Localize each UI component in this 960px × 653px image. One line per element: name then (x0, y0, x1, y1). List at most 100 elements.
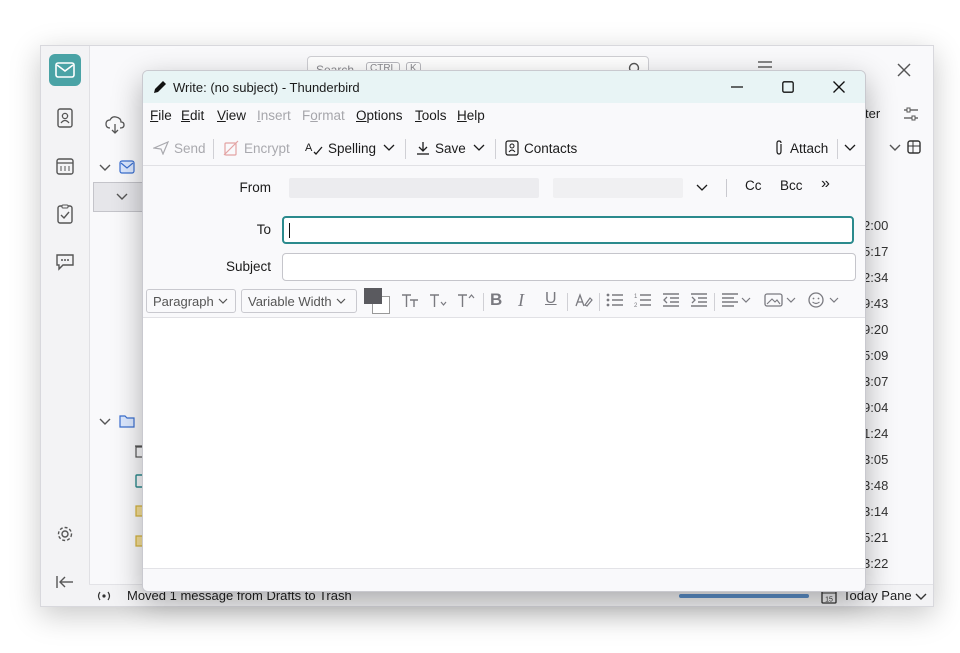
save-dropdown-button[interactable] (473, 138, 485, 158)
message-time: 9:43 (863, 296, 889, 311)
attach-dropdown-button[interactable] (844, 138, 856, 158)
format-separator (567, 293, 568, 311)
online-status-icon[interactable] (95, 589, 113, 603)
remove-formatting-icon[interactable] (575, 292, 593, 308)
menu-help[interactable]: Help (457, 108, 485, 123)
message-time: 1:24 (863, 426, 889, 441)
chevron-down-icon (383, 144, 395, 151)
calendar-space-button[interactable] (49, 150, 81, 182)
menu-tools[interactable]: Tools (415, 108, 447, 123)
more-headers-button[interactable]: » (821, 175, 830, 193)
spelling-button[interactable]: A Spelling (305, 138, 376, 158)
message-time: 5:09 (863, 348, 889, 363)
close-button[interactable] (816, 71, 862, 103)
tasks-icon (57, 204, 73, 224)
mail-icon (55, 62, 75, 78)
message-time: 9:04 (863, 400, 889, 415)
chevron-down-icon[interactable] (915, 593, 927, 601)
font-size-smaller-icon[interactable] (429, 292, 447, 308)
bcc-button[interactable]: Bcc (780, 178, 803, 193)
contacts-label: Contacts (524, 140, 578, 156)
folder-icon (119, 415, 135, 428)
chevron-down-icon[interactable] (116, 193, 128, 201)
text-color-button[interactable] (364, 288, 390, 314)
tasks-space-button[interactable] (49, 198, 81, 230)
italic-icon[interactable]: I (518, 290, 524, 311)
bulleted-list-icon[interactable] (606, 292, 624, 308)
pencil-icon (154, 81, 166, 93)
encrypt-icon (223, 140, 239, 156)
quick-filter-label[interactable]: ter (865, 106, 880, 121)
menu-insert[interactable]: Insert (257, 108, 291, 123)
header-separator (726, 179, 727, 197)
message-list-edge: ter 2:00 5:17 2:34 9:43 9:20 5:09 3:07 9:04 1:24… (861, 94, 933, 597)
close-icon[interactable] (897, 63, 911, 77)
align-icon[interactable] (721, 292, 751, 308)
menu-edit[interactable]: Edit (181, 108, 204, 123)
subject-label: Subject (225, 259, 271, 274)
to-label: To (256, 222, 271, 237)
menu-view[interactable]: View (217, 108, 246, 123)
contacts-icon (505, 140, 519, 156)
bold-icon[interactable]: B (490, 290, 502, 310)
svg-text:1: 1 (634, 294, 638, 300)
folder-pane (89, 94, 150, 584)
encrypt-button[interactable]: Encrypt (223, 138, 290, 158)
font-size-larger-icon[interactable] (457, 292, 475, 308)
chevron-down-icon[interactable] (889, 144, 901, 152)
from-identity-select[interactable] (289, 178, 539, 198)
to-input[interactable] (282, 216, 854, 244)
format-separator (714, 293, 715, 311)
message-time: 5:21 (863, 530, 889, 545)
chevron-down-icon[interactable] (696, 184, 708, 192)
column-picker-icon[interactable] (907, 140, 921, 154)
message-time: 5:17 (863, 244, 889, 259)
font-size-reset-icon[interactable] (401, 292, 419, 308)
send-button[interactable]: Send (153, 138, 206, 158)
font-family-select[interactable]: Variable Width (241, 289, 357, 313)
compose-footer (143, 568, 865, 591)
attach-button[interactable]: Attach (773, 138, 828, 158)
numbered-list-icon[interactable]: 12 (634, 292, 652, 308)
insert-image-icon[interactable] (764, 292, 798, 308)
emoji-icon[interactable] (807, 292, 843, 308)
indent-icon[interactable] (690, 292, 708, 308)
cc-button[interactable]: Cc (745, 178, 762, 193)
mail-space-button[interactable] (49, 54, 81, 86)
outdent-icon[interactable] (662, 292, 680, 308)
spelling-label: Spelling (328, 140, 377, 156)
contacts-button[interactable]: Contacts (505, 138, 577, 158)
save-label: Save (435, 140, 466, 156)
menu-options[interactable]: Options (356, 108, 403, 123)
subject-input[interactable] (282, 253, 856, 281)
chat-space-button[interactable] (49, 246, 81, 278)
chevron-down-icon[interactable] (99, 164, 111, 172)
minimize-button[interactable] (714, 71, 760, 103)
format-separator (599, 293, 600, 311)
save-button[interactable]: Save (416, 138, 466, 158)
spelling-dropdown-button[interactable] (383, 138, 395, 158)
collapse-spaces-button[interactable] (49, 566, 81, 598)
get-messages-icon[interactable] (105, 116, 125, 134)
chevron-down-icon[interactable] (99, 418, 111, 426)
calendar-icon (56, 158, 74, 175)
maximize-button[interactable] (765, 71, 811, 103)
paragraph-format-select[interactable]: Paragraph (146, 289, 236, 313)
compose-titlebar: Write: (no subject) - Thunderbird (143, 71, 865, 103)
send-label: Send (174, 140, 206, 156)
message-body-editor[interactable] (143, 318, 865, 568)
underline-icon[interactable]: U (545, 290, 557, 308)
address-book-icon (57, 108, 73, 128)
progress-bar (679, 594, 809, 598)
settings-button[interactable] (49, 518, 81, 550)
display-options-icon[interactable] (903, 106, 919, 122)
menu-file[interactable]: File (150, 108, 172, 123)
menu-format[interactable]: Format (302, 108, 345, 123)
spaces-toolbar (41, 46, 90, 606)
gear-icon (57, 526, 73, 542)
chevron-down-icon (473, 144, 485, 151)
progress-fill (679, 594, 809, 598)
close-icon (833, 81, 845, 93)
today-pane-day: 15 (825, 597, 833, 604)
address-book-space-button[interactable] (49, 102, 81, 134)
